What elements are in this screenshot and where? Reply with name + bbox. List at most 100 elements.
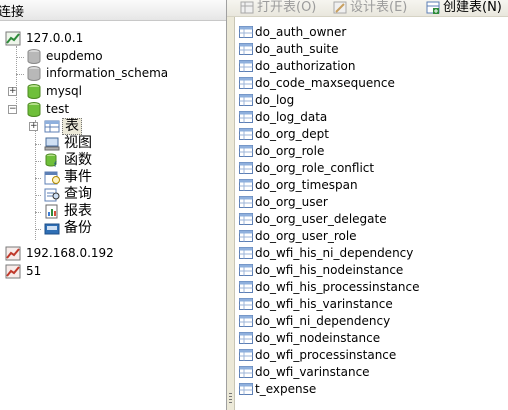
object-label: 报表 [64,203,92,219]
report-icon [45,204,58,219]
database-node-information-schema[interactable]: information_schema [0,65,226,82]
object-node-tables[interactable]: + 表 [0,118,226,135]
query-icon [44,188,60,202]
connection-tree-header: 连接 [0,0,226,21]
table-name: do_log_data [255,110,328,124]
object-label: 事件 [64,169,92,185]
table-icon [239,26,253,38]
database-node-mysql[interactable]: + mysql [0,83,226,100]
expand-icon[interactable]: + [29,122,38,131]
table-icon [239,94,253,106]
table-icon [239,60,253,72]
connection-node-127-0-0-1[interactable]: 127.0.0.1 [0,30,226,47]
database-icon [27,84,41,99]
table-icon [239,196,253,208]
database-node-eupdemo[interactable]: eupdemo [0,48,226,65]
object-node-events[interactable]: 事件 [0,169,226,186]
object-label: 备份 [64,220,92,236]
backup-icon [44,223,60,235]
table-icon [239,213,253,225]
create-table-button[interactable]: 创建表(N) [425,0,508,16]
object-node-reports[interactable]: 报表 [0,203,226,220]
table-icon [239,298,253,310]
table-icon [239,281,253,293]
connection-tree-panel: 连接 127.0.0.1 eupdemo information_schema [0,0,227,410]
object-label: 查询 [64,186,92,202]
table-name: do_org_role [255,144,325,158]
table-name: do_wfi_ni_dependency [255,314,391,328]
object-toolbar: 打开表(O) 设计表(E) 创建表(N) [227,0,508,17]
table-name: do_auth_owner [255,25,347,39]
database-icon [27,49,41,64]
connection-label: 51 [26,264,42,278]
table-icon [44,120,60,133]
object-label: 表 [62,118,82,135]
table-name: do_auth_suite [255,42,339,56]
object-node-functions[interactable]: f 函数 [0,152,226,169]
table-name: do_wfi_processinstance [255,348,397,362]
table-icon [239,349,253,361]
table-icon [239,247,253,259]
database-label: information_schema [46,66,169,80]
table-icon [239,145,253,157]
table-name: do_wfi_varinstance [255,365,370,379]
table-icon [239,315,253,327]
table-name: do_org_timespan [255,178,358,192]
table-name: do_authorization [255,59,356,73]
connection-disconnected-icon [5,246,21,261]
table-icon [239,230,253,242]
object-node-backups[interactable]: 备份 [0,220,226,237]
database-label: mysql [46,84,82,98]
connection-node-192-168-0-192[interactable]: 192.168.0.192 [0,245,226,262]
design-table-button[interactable]: 设计表(E) [332,0,420,16]
table-name: do_wfi_his_varinstance [255,297,393,311]
database-icon [27,102,41,117]
table-name: do_log [255,93,295,107]
connection-node-51[interactable]: 51 [0,263,226,280]
table-name: do_wfi_nodeinstance [255,331,381,345]
table-icon [239,332,253,344]
table-name: do_org_dept [255,127,329,141]
collapse-icon[interactable]: − [8,105,17,114]
table-name: do_org_user [255,195,328,209]
table-name: do_org_role_conflict [255,161,375,175]
function-icon: f [45,153,57,168]
table-name: t_expense [255,382,317,396]
connection-label: 192.168.0.192 [26,246,114,260]
svg-text:f: f [54,161,57,168]
design-table-icon [333,1,347,14]
table-icon [239,111,253,123]
table-icon [239,179,253,191]
table-icon [239,77,253,89]
expand-icon[interactable]: + [8,87,17,96]
connection-label: 127.0.0.1 [26,31,84,45]
table-icon [239,162,253,174]
database-label: eupdemo [46,49,103,63]
open-table-icon [240,1,254,14]
connection-icon [5,31,21,46]
event-icon [44,171,60,185]
table-name: do_org_user_role [255,229,357,243]
connection-tree-title: 连接 [0,5,25,20]
table-name: do_code_maxsequence [255,76,395,90]
connection-disconnected-icon [5,264,21,279]
table-icon [239,383,253,395]
table-name: do_wfi_his_processinstance [255,280,420,294]
table-icon [239,264,253,276]
database-node-test[interactable]: − test [0,101,226,118]
object-node-views[interactable]: 视图 [0,135,226,152]
table-name: do_wfi_his_ni_dependency [255,246,414,260]
table-icon [239,43,253,55]
splitter-grip-icon[interactable] [228,391,233,409]
database-icon [27,66,41,81]
table-icon [239,128,253,140]
object-node-queries[interactable]: 查询 [0,186,226,203]
view-icon [44,137,60,151]
table-name: do_org_user_delegate [255,212,387,226]
object-list-panel: 打开表(O) 设计表(E) 创建表(N) do_auth_owner do_aut… [227,0,508,410]
database-label: test [46,102,70,116]
table-name: do_wfi_his_nodeinstance [255,263,404,277]
panel-splitter[interactable] [227,17,235,410]
object-label: 视图 [64,135,92,151]
open-table-button[interactable]: 打开表(O) [239,0,327,16]
